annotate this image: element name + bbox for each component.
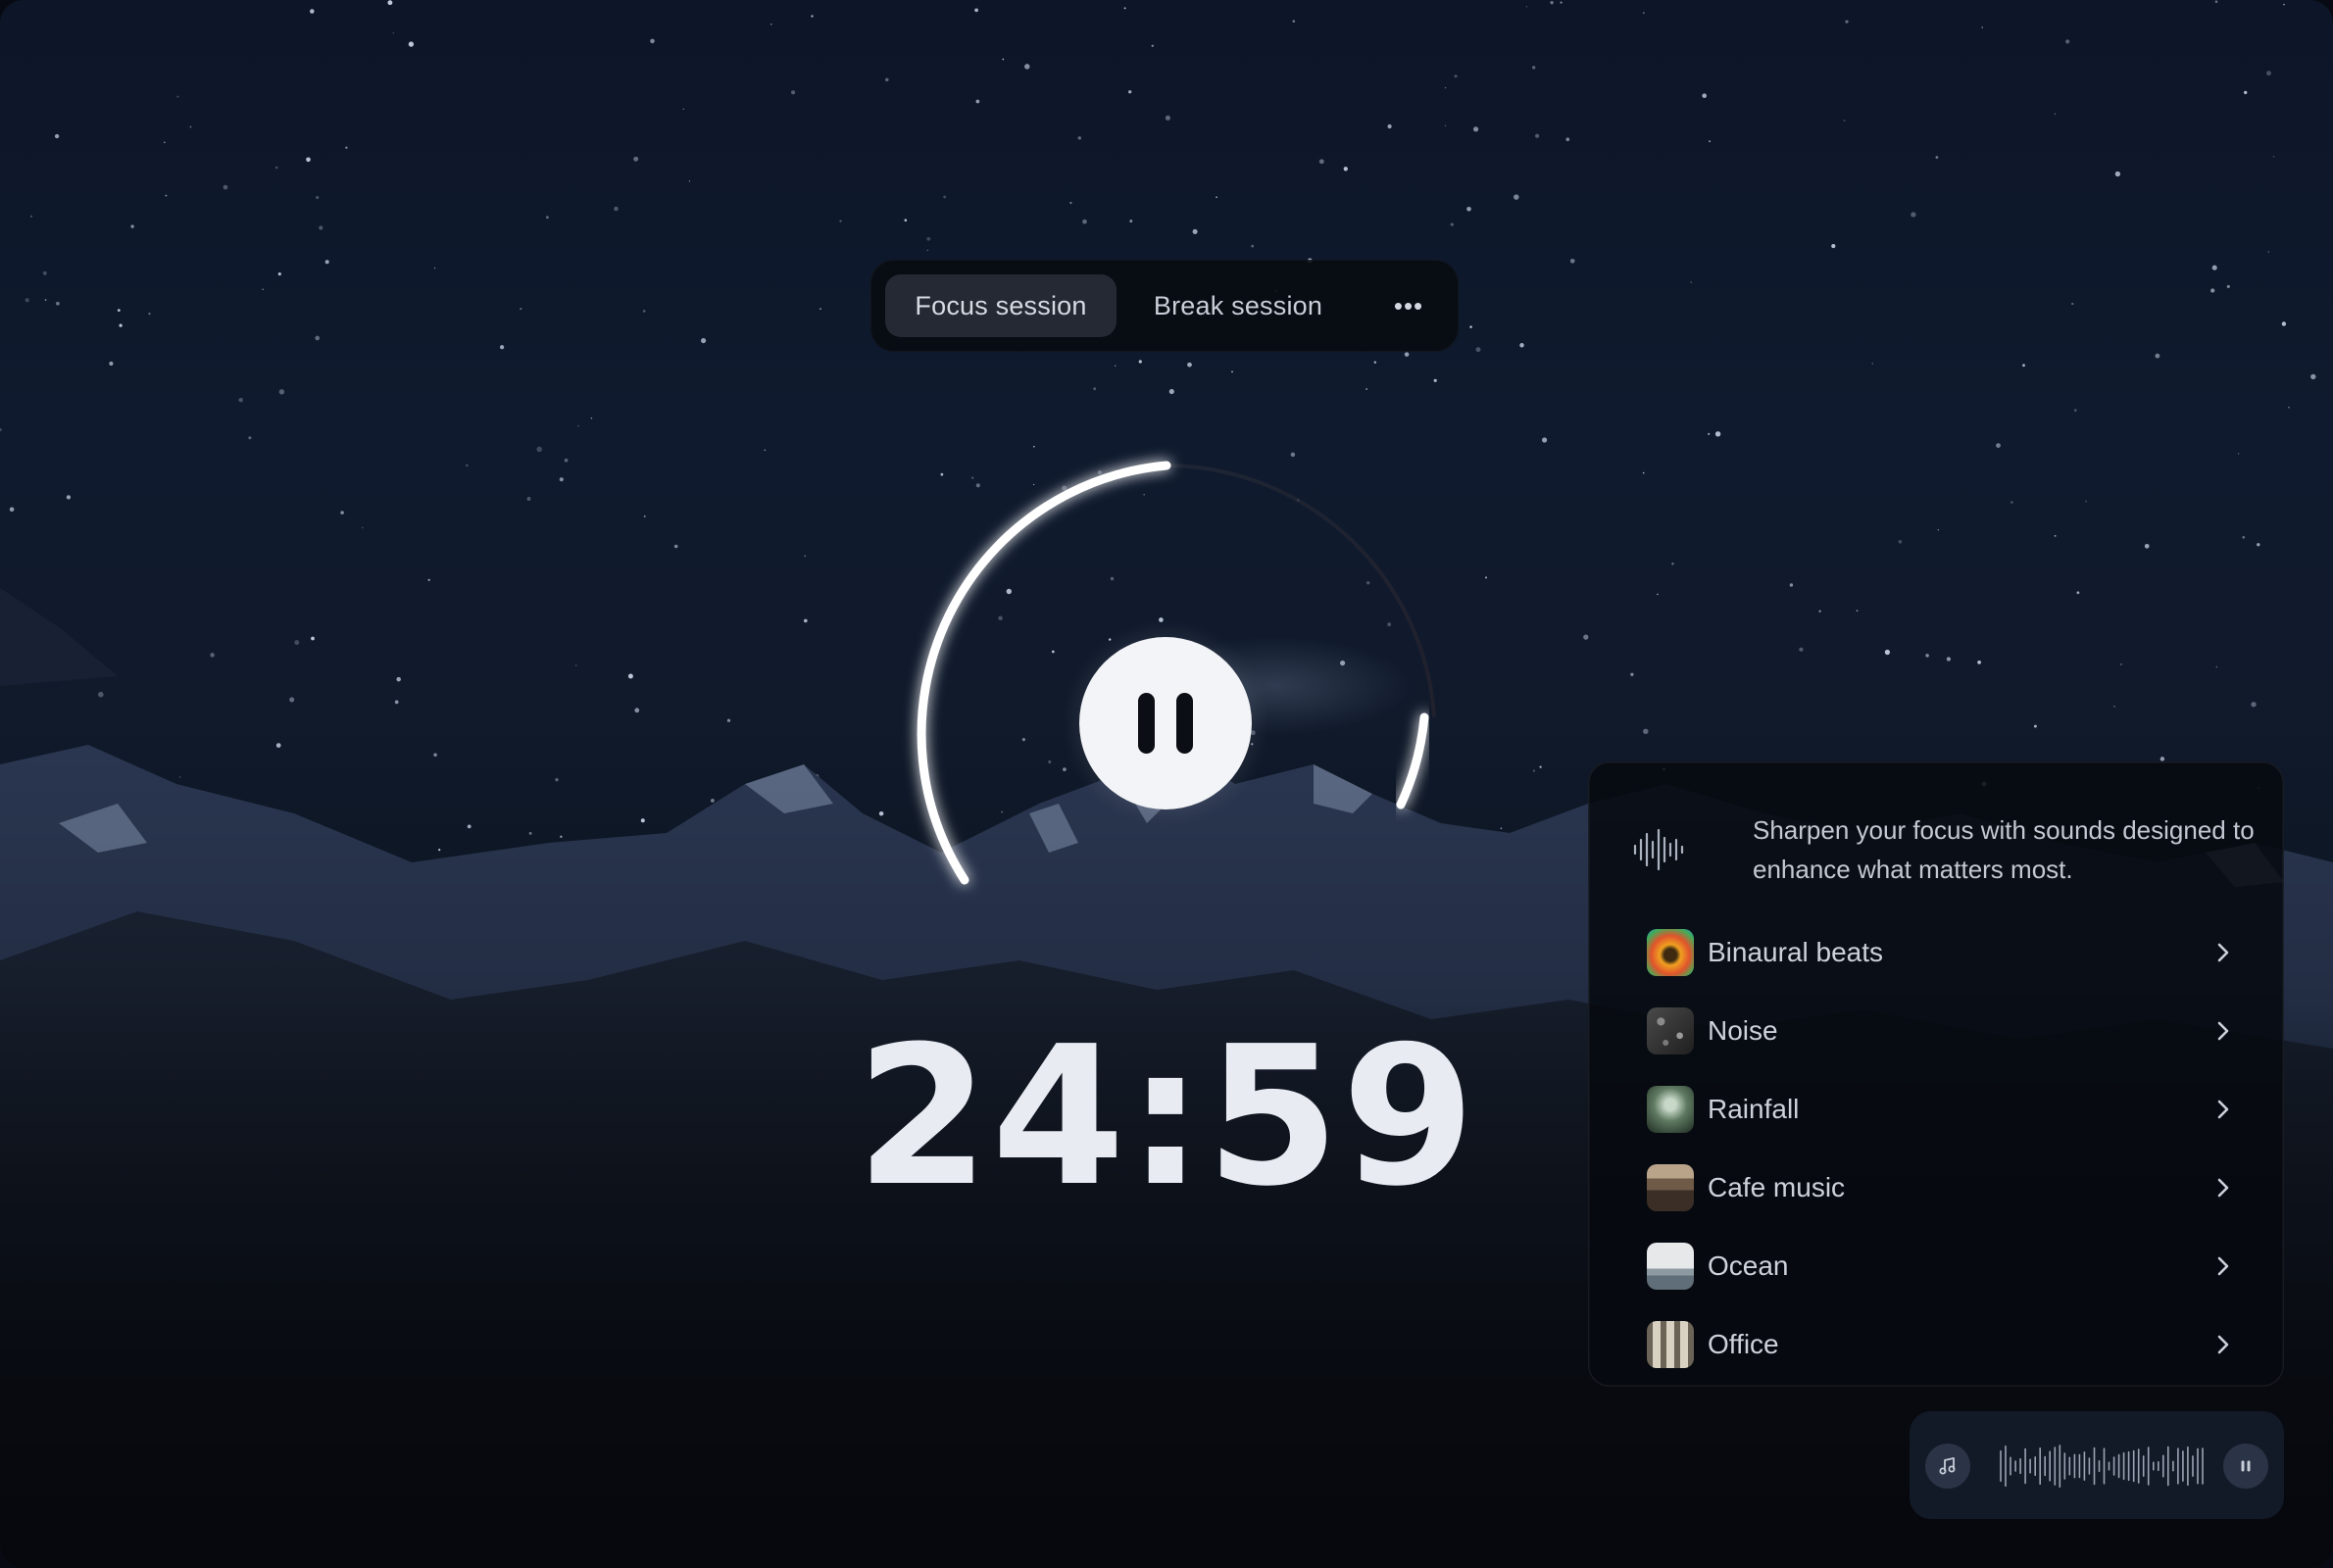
chevron-right-icon [2217,1100,2229,1119]
sound-item-label: Cafe music [1708,1172,1846,1202]
music-note-icon [1939,1457,1956,1475]
pause-icon [1138,693,1155,754]
sound-item-office[interactable]: Office [1647,1305,2245,1384]
sounds-panel-header: Sharpen your focus with sounds designed … [1629,810,2257,899]
sound-item-binaural-beats[interactable]: Binaural beats [1647,913,2245,992]
sound-item-rainfall[interactable]: Rainfall [1647,1070,2245,1149]
sound-wave-icon [1633,828,1684,871]
timer-display: 24:59 [856,1005,1477,1229]
audio-waveform [2000,1445,2204,1488]
focus-app-window: Focus session Break session ••• 24:59 Sh… [0,0,2333,1568]
more-options-button[interactable]: ••• [1377,279,1440,332]
sound-list: Binaural beats Noise Rainfall Cafe music [1647,913,2245,1384]
sound-item-label: Ocean [1708,1250,1789,1281]
sound-item-ocean[interactable]: Ocean [1647,1227,2245,1305]
sounds-description: Sharpen your focus with sounds designed … [1753,815,2255,884]
sound-item-label: Binaural beats [1708,937,1884,967]
binaural-beats-thumbnail [1647,929,1694,976]
timer-pause-button[interactable] [1079,637,1252,809]
mini-player [1910,1411,2284,1519]
sound-item-label: Office [1708,1329,1779,1359]
chevron-right-icon [2217,1021,2229,1041]
pause-icon [2241,1460,2251,1472]
chevron-right-icon [2217,943,2229,962]
player-pause-button[interactable] [2223,1444,2268,1489]
noise-thumbnail [1647,1007,1694,1054]
chevron-right-icon [2217,1178,2229,1198]
sound-item-cafe-music[interactable]: Cafe music [1647,1149,2245,1227]
chevron-right-icon [2217,1256,2229,1276]
more-dots-icon: ••• [1393,290,1424,320]
sounds-panel: Sharpen your focus with sounds designed … [1588,761,2284,1387]
sound-item-noise[interactable]: Noise [1647,992,2245,1070]
chevron-right-icon [2217,1335,2229,1354]
ring-progress-arc-end [1396,712,1429,809]
sound-item-label: Noise [1708,1015,1778,1046]
session-tabs: Focus session Break session ••• [870,260,1459,352]
cafe-music-thumbnail [1647,1164,1694,1211]
sound-item-label: Rainfall [1708,1094,1800,1124]
music-library-button[interactable] [1925,1444,1970,1489]
ocean-thumbnail [1647,1243,1694,1290]
pause-icon-bar [1176,693,1193,754]
tab-break-session[interactable]: Break session [1127,274,1349,337]
tab-focus-session[interactable]: Focus session [885,274,1117,337]
office-thumbnail [1647,1321,1694,1368]
rainfall-thumbnail [1647,1086,1694,1133]
